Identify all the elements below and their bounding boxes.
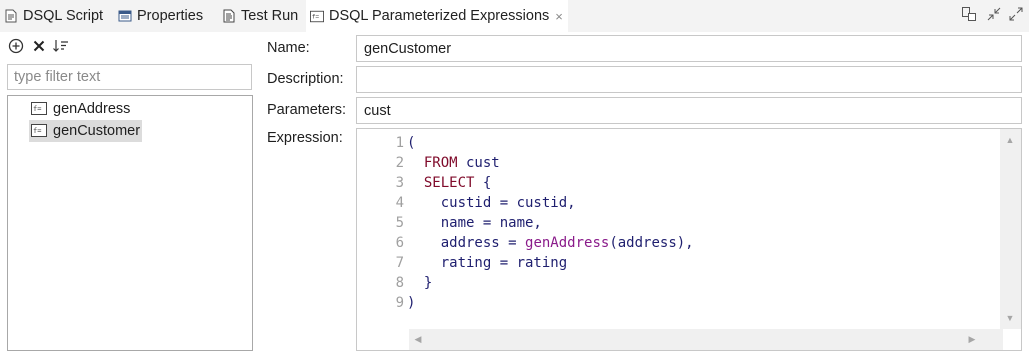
function-token: genAddress	[525, 235, 610, 251]
expression-icon: f=	[310, 9, 324, 23]
expression-editor[interactable]: 1(2 FROM cust 3 SELECT {4 custid = custid…	[356, 128, 1022, 351]
code-token: name = name,	[407, 215, 542, 231]
code-line: 7 rating = rating	[357, 253, 694, 273]
code-token: custid = custid,	[407, 195, 576, 211]
line-number: 7	[395, 255, 404, 271]
tab-dsql-script[interactable]: DSQL Script	[0, 0, 103, 32]
code-token: )	[407, 295, 416, 311]
line-number: 6	[395, 235, 404, 251]
editor-tab-bar: DSQL Script Properties Test Run f= DSQL …	[0, 0, 1029, 32]
tab-label: DSQL Script	[23, 8, 104, 24]
code-token: cust	[457, 155, 500, 171]
restore-icon[interactable]	[959, 4, 979, 24]
line-number: 5	[395, 215, 404, 231]
code-token: rating = rating	[407, 255, 568, 271]
code-token: address =	[407, 235, 526, 251]
name-label: Name:	[267, 40, 310, 56]
close-tab-icon[interactable]: ×	[555, 9, 563, 24]
svg-text:f=: f=	[33, 105, 41, 113]
script-icon	[4, 9, 18, 23]
scroll-down-icon[interactable]: ▼	[1003, 311, 1017, 325]
expression-label: Expression:	[267, 130, 343, 146]
line-number: 8	[395, 275, 404, 291]
horizontal-scrollbar[interactable]: ◀ ▶	[409, 329, 1003, 350]
vertical-scrollbar[interactable]: ▲ ▼	[1000, 129, 1021, 329]
parameters-field[interactable]: cust	[356, 97, 1022, 124]
scroll-up-icon[interactable]: ▲	[1003, 133, 1017, 147]
code-line: 4 custid = custid,	[357, 193, 694, 213]
code-line: 6 address = genAddress(address),	[357, 233, 694, 253]
parameters-value: cust	[364, 102, 391, 119]
delete-icon[interactable]	[30, 37, 48, 55]
line-number: 9	[395, 295, 404, 311]
line-number: 1	[395, 135, 404, 151]
description-field[interactable]	[356, 66, 1022, 93]
code-token: (	[407, 135, 416, 151]
scroll-right-icon[interactable]: ▶	[965, 332, 979, 346]
maximize-icon[interactable]	[1006, 4, 1026, 24]
add-icon[interactable]	[7, 37, 25, 55]
tab-label: Test Run	[241, 8, 299, 24]
line-number: 3	[395, 175, 404, 191]
parameters-label: Parameters:	[267, 102, 346, 118]
list-item-label: genAddress	[53, 101, 131, 117]
minimize-icon[interactable]	[984, 4, 1004, 24]
code-area[interactable]: 1(2 FROM cust 3 SELECT {4 custid = custid…	[357, 133, 694, 313]
properties-icon	[118, 9, 132, 23]
code-token: {	[474, 175, 492, 191]
code-token: (address),	[609, 235, 694, 251]
svg-text:f=: f=	[33, 127, 41, 135]
svg-text:f=: f=	[312, 13, 320, 20]
code-token: }	[407, 275, 433, 291]
tab-label: Properties	[137, 8, 204, 24]
expression-icon: f=	[31, 102, 47, 116]
tab-dsql-parameterized-expressions[interactable]: f= DSQL Parameterized Expressions ×	[306, 0, 568, 32]
line-number: 2	[395, 155, 404, 171]
code-line: 1(	[357, 133, 694, 153]
sort-icon[interactable]	[52, 37, 70, 55]
code-line: 8 }	[357, 273, 694, 293]
name-field[interactable]: genCustomer	[356, 35, 1022, 62]
line-number: 4	[395, 195, 404, 211]
list-item-gencustomer[interactable]: f= genCustomer	[29, 120, 143, 142]
code-line: 5 name = name,	[357, 213, 694, 233]
expression-list: f= genAddress f= genCustomer	[7, 95, 253, 351]
keyword-token: SELECT	[423, 175, 475, 191]
tab-properties[interactable]: Properties	[114, 0, 203, 32]
expression-icon: f=	[31, 124, 47, 138]
list-item-genaddress[interactable]: f= genAddress	[29, 98, 132, 120]
test-run-icon	[222, 9, 236, 23]
tab-label: DSQL Parameterized Expressions	[329, 8, 550, 24]
code-line: 2 FROM cust	[357, 153, 694, 173]
scroll-left-icon[interactable]: ◀	[411, 332, 425, 346]
name-value: genCustomer	[364, 40, 452, 57]
keyword-token: FROM	[423, 155, 458, 171]
code-line: 9)	[357, 293, 694, 313]
list-item-label: genCustomer	[53, 123, 141, 139]
code-line: 3 SELECT {	[357, 173, 694, 193]
filter-input[interactable]	[7, 64, 252, 90]
tab-test-run[interactable]: Test Run	[218, 0, 298, 32]
description-label: Description:	[267, 71, 344, 87]
